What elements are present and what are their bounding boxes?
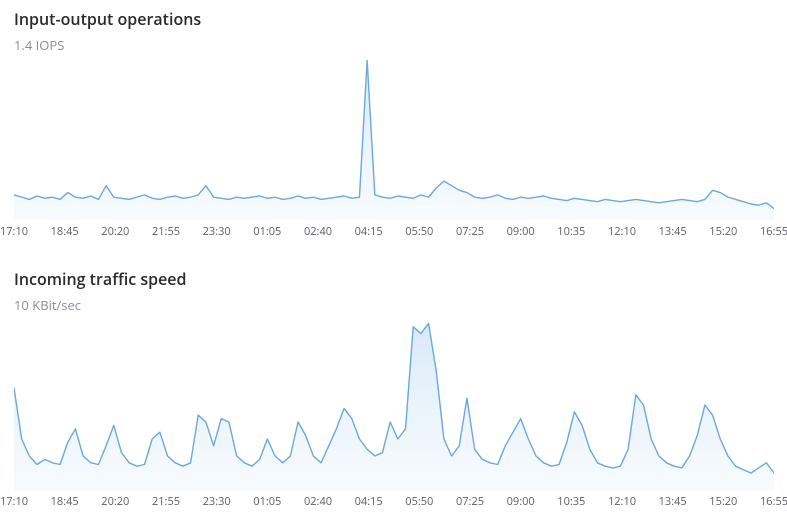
x-tick-label: 15:20 [709, 494, 737, 509]
x-tick-label: 09:00 [507, 224, 535, 239]
x-tick-label: 13:45 [659, 494, 687, 509]
x-tick-label: 01:05 [253, 494, 281, 509]
iops-chart [14, 60, 774, 220]
x-tick-label: 10:35 [557, 224, 585, 239]
x-tick-label: 04:15 [355, 224, 383, 239]
x-tick-label: 01:05 [253, 224, 281, 239]
x-tick-label: 17:10 [0, 224, 28, 239]
x-tick-label: 02:40 [304, 224, 332, 239]
x-tick-label: 07:25 [456, 494, 484, 509]
x-tick-label: 17:10 [0, 494, 28, 509]
x-tick-label: 21:55 [152, 494, 180, 509]
iops-x-axis: 17:1018:4520:2021:5523:3001:0502:4004:15… [14, 224, 774, 242]
traffic-x-axis: 17:1018:4520:2021:5523:3001:0502:4004:15… [14, 494, 774, 512]
iops-panel: Input-output operations 1.4 IOPS 17:10 18… [0, 0, 787, 242]
x-tick-label: 23:30 [203, 224, 231, 239]
x-tick-label: 12:10 [608, 224, 636, 239]
x-tick-label: 05:50 [405, 494, 433, 509]
x-tick-label: 18:45 [51, 224, 79, 239]
traffic-panel: Incoming traffic speed 10 KBit/sec 17:10… [0, 260, 787, 512]
x-tick-label: 05:50 [405, 224, 433, 239]
x-tick-label: 13:45 [659, 224, 687, 239]
x-tick-label: 02:40 [304, 494, 332, 509]
x-tick-label: 09:00 [507, 494, 535, 509]
x-tick-label: 12:10 [608, 494, 636, 509]
traffic-subtitle: 10 KBit/sec [14, 296, 773, 314]
iops-subtitle: 1.4 IOPS [14, 36, 773, 54]
x-tick-label: 07:25 [456, 224, 484, 239]
traffic-title: Incoming traffic speed [14, 268, 773, 290]
x-tick-label: 23:30 [203, 494, 231, 509]
x-tick-label: 10:35 [557, 494, 585, 509]
x-tick-label: 16:55 [760, 224, 787, 239]
iops-title: Input-output operations [14, 8, 773, 30]
x-tick-label: 18:45 [51, 494, 79, 509]
x-tick-label: 16:55 [760, 494, 787, 509]
x-tick-label: 15:20 [709, 224, 737, 239]
x-tick-label: 04:15 [355, 494, 383, 509]
x-tick-label: 20:20 [101, 494, 129, 509]
x-tick-label: 20:20 [101, 224, 129, 239]
x-tick-label: 21:55 [152, 224, 180, 239]
traffic-chart [14, 320, 774, 490]
